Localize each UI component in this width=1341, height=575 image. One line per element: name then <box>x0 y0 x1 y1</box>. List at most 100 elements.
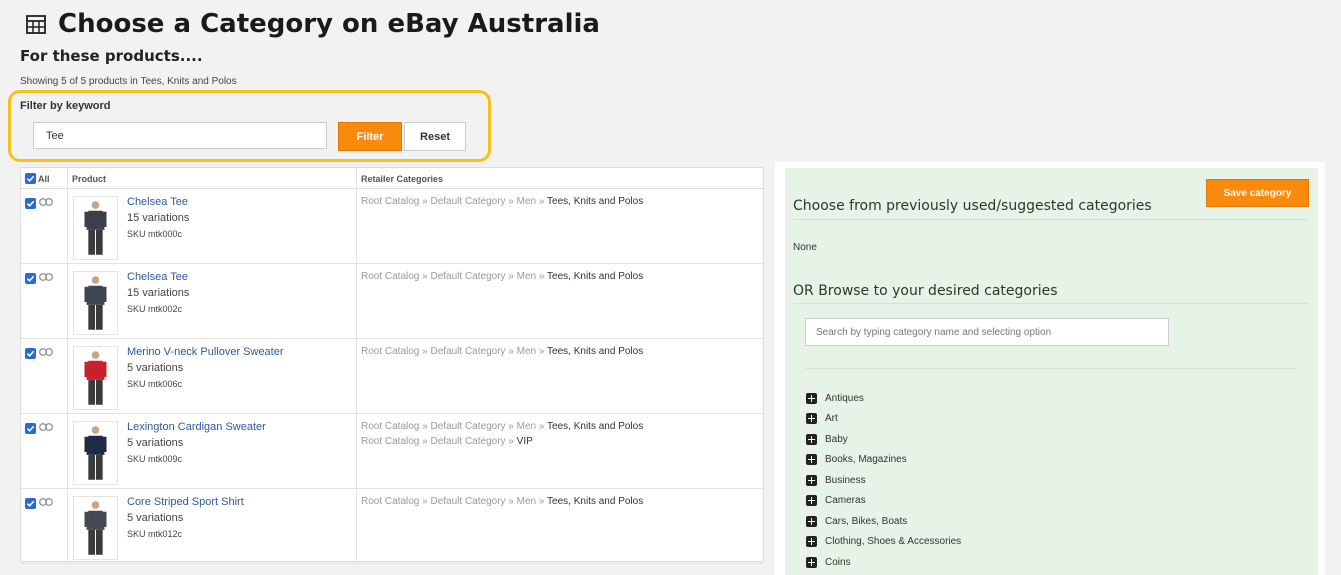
link-icon <box>39 198 53 206</box>
expand-plus-icon[interactable] <box>806 536 817 547</box>
row-checkbox[interactable] <box>25 498 36 509</box>
product-name-link[interactable]: Lexington Cardigan Sweater <box>127 421 266 433</box>
suggested-categories-title: Choose from previously used/suggested ca… <box>793 198 1152 214</box>
category-picker: Save category Choose from previously use… <box>775 162 1325 575</box>
expand-plus-icon[interactable] <box>806 392 817 404</box>
category-tree-label: Cars, Bikes, Boats <box>825 515 908 527</box>
product-variations: 15 variations <box>127 287 190 299</box>
category-path-prefix: Root Catalog » Default Category » Men » <box>361 496 548 507</box>
table-icon <box>26 14 46 34</box>
row-checkbox[interactable] <box>25 423 36 434</box>
expand-plus-icon[interactable] <box>806 556 817 568</box>
table-row: Chelsea Tee 15 variations SKU mtk000c Root … <box>21 189 763 264</box>
product-name-link[interactable]: Chelsea Tee <box>127 196 188 208</box>
product-sku: SKU mtk000c <box>127 229 183 239</box>
expand-plus-icon[interactable] <box>806 495 817 506</box>
category-tree-item[interactable]: Cameras <box>806 493 866 509</box>
category-path-prefix: Root Catalog » Default Category » Men » <box>361 196 548 207</box>
expand-plus-icon[interactable] <box>806 433 817 445</box>
products-subtitle: For these products.... <box>20 47 203 65</box>
suggested-none: None <box>793 242 817 253</box>
category-search-input[interactable] <box>805 318 1169 346</box>
category-path-prefix: Root Catalog » Default Category » Men » <box>361 271 548 282</box>
link-icon <box>39 273 53 281</box>
section-divider <box>793 303 1308 304</box>
category-path-leaf: Tees, Knits and Polos <box>547 271 644 282</box>
category-tree-label: Coins <box>825 556 851 568</box>
category-panel: Save category Choose from previously use… <box>785 168 1318 575</box>
filter-panel: Filter by keyword Filter Reset <box>8 90 491 162</box>
category-tree-item[interactable]: Baby <box>806 431 848 447</box>
category-tree-label: Baby <box>825 433 848 445</box>
product-sku: SKU mtk009c <box>127 454 183 464</box>
product-sku: SKU mtk002c <box>127 304 183 314</box>
category-tree-item[interactable]: Art <box>806 411 838 427</box>
expand-plus-icon[interactable] <box>806 515 817 527</box>
expand-plus-icon[interactable] <box>806 454 817 465</box>
category-tree-item[interactable]: Books, Magazines <box>806 452 907 468</box>
category-path-leaf: Tees, Knits and Polos <box>547 196 644 207</box>
page-title-text: Choose a Category on eBay Australia <box>58 9 600 39</box>
row-checkbox[interactable] <box>25 273 36 284</box>
product-thumbnail <box>73 346 118 410</box>
category-tree-label: Cameras <box>825 495 866 506</box>
link-icon <box>39 423 53 431</box>
product-variations: 5 variations <box>127 437 184 449</box>
product-sku: SKU mtk012c <box>127 529 183 539</box>
browse-categories-title: OR Browse to your desired categories <box>793 283 1058 299</box>
expand-plus-icon[interactable] <box>806 413 817 424</box>
category-tree-item[interactable]: Business <box>806 472 866 488</box>
product-name-link[interactable]: Merino V-neck Pullover Sweater <box>127 346 284 358</box>
retailer-category-path: Root Catalog » Default Category » VIP <box>361 436 533 447</box>
retailer-category-path: Root Catalog » Default Category » Men » … <box>361 421 643 432</box>
product-thumbnail <box>73 421 118 485</box>
select-all-checkbox[interactable] <box>25 173 36 184</box>
category-path-leaf: Tees, Knits and Polos <box>547 421 644 432</box>
keyword-input[interactable] <box>33 122 327 149</box>
section-divider <box>793 219 1308 220</box>
product-variations: 5 variations <box>127 512 184 524</box>
category-tree-item[interactable]: Coins <box>806 554 851 570</box>
row-checkbox[interactable] <box>25 198 36 209</box>
select-all-header[interactable]: All <box>21 168 67 189</box>
table-row: Merino V-neck Pullover Sweater 5 variatio… <box>21 339 763 414</box>
showing-count: Showing 5 of 5 products in Tees, Knits a… <box>20 76 237 87</box>
select-all-label: All <box>38 173 50 184</box>
product-thumbnail <box>73 271 118 335</box>
tree-divider <box>805 368 1297 369</box>
product-thumbnail <box>73 496 118 560</box>
product-name-link[interactable]: Core Striped Sport Shirt <box>127 496 244 508</box>
category-path-leaf: Tees, Knits and Polos <box>547 346 644 357</box>
product-sku: SKU mtk006c <box>127 379 183 389</box>
retailer-category-path: Root Catalog » Default Category » Men » … <box>361 346 643 357</box>
category-tree-label: Art <box>825 413 838 424</box>
retailer-category-path: Root Catalog » Default Category » Men » … <box>361 196 643 207</box>
product-variations: 15 variations <box>127 212 190 224</box>
product-column-header: Product <box>72 173 107 184</box>
products-table: All Product Retailer Categories Chelsea … <box>20 167 764 564</box>
reset-button[interactable]: Reset <box>404 122 466 151</box>
page-title: Choose a Category on eBay Australia <box>26 4 600 44</box>
categories-column-header: Retailer Categories <box>361 173 444 184</box>
category-tree-item[interactable]: Clothing, Shoes & Accessories <box>806 534 961 550</box>
category-tree-label: Business <box>825 474 866 486</box>
filter-label: Filter by keyword <box>20 100 111 112</box>
table-row: Lexington Cardigan Sweater 5 variations SK… <box>21 414 763 489</box>
category-path-prefix: Root Catalog » Default Category » Men » <box>361 346 548 357</box>
category-tree-label: Clothing, Shoes & Accessories <box>825 536 962 547</box>
retailer-category-path: Root Catalog » Default Category » Men » … <box>361 271 643 282</box>
category-tree-label: Books, Magazines <box>825 454 907 465</box>
save-category-button[interactable]: Save category <box>1206 179 1309 207</box>
filter-button[interactable]: Filter <box>338 122 402 151</box>
table-row: Chelsea Tee 15 variations SKU mtk002c Root … <box>21 264 763 339</box>
category-tree-item[interactable]: Antiques <box>806 390 864 406</box>
table-row: Core Striped Sport Shirt 5 variations SKU … <box>21 489 763 564</box>
category-tree-item[interactable]: Cars, Bikes, Boats <box>806 513 907 529</box>
table-header: All Product Retailer Categories <box>21 168 763 189</box>
product-thumbnail <box>73 196 118 260</box>
category-path-leaf: Tees, Knits and Polos <box>547 496 644 507</box>
category-path-prefix: Root Catalog » Default Category » Men » <box>361 421 548 432</box>
row-checkbox[interactable] <box>25 348 36 359</box>
expand-plus-icon[interactable] <box>806 474 817 486</box>
product-name-link[interactable]: Chelsea Tee <box>127 271 188 283</box>
